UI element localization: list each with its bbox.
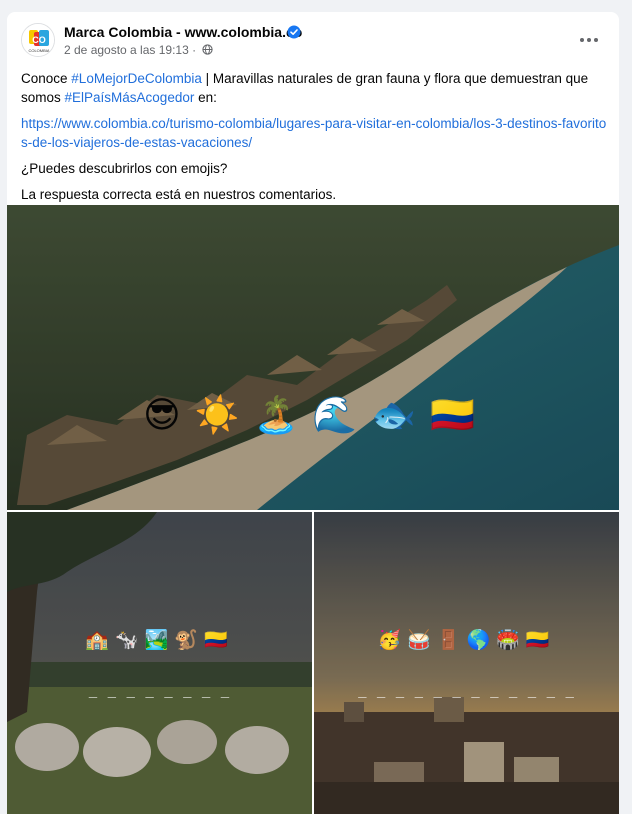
plains-scene xyxy=(7,512,312,814)
question-text: ¿Puedes descubrirlos con emojis? xyxy=(21,161,228,176)
post-body: Conoce #LoMejorDeColombia | Maravillas n… xyxy=(21,69,607,211)
post-intro-paragraph: Conoce #LoMejorDeColombia | Maravillas n… xyxy=(21,69,607,107)
more-options-icon xyxy=(580,38,598,42)
verified-badge-icon xyxy=(287,25,301,39)
beach-photo[interactable]: 😎☀️🏝️🌊🐟🇨🇴 xyxy=(7,205,619,510)
beach-scene xyxy=(7,205,619,510)
text-segment: en: xyxy=(194,90,217,105)
post-timestamp[interactable]: 2 de agosto a las 19:13 xyxy=(64,43,189,57)
page-avatar[interactable]: CO COLOMBIA xyxy=(21,23,55,57)
city-photo[interactable]: 🥳🥁🚪🌎🏟️🇨🇴 _ _ _ _ _ _ _ _ _ _ _ _ xyxy=(314,512,619,814)
main-emoji-clue: 😎☀️🏝️🌊🐟🇨🇴 xyxy=(143,395,489,436)
plains-emoji-clue: 🏫🐄🏞️🐒🇨🇴 xyxy=(85,629,234,651)
plains-answer-blanks: _ _ _ _ _ _ _ _ xyxy=(88,682,231,698)
text-segment: Conoce xyxy=(21,71,72,86)
article-link[interactable]: https://www.colombia.co/turismo-colombia… xyxy=(21,116,606,150)
post-header: CO COLOMBIA Marca Colombia - www.colombi… xyxy=(7,12,619,68)
post-link-paragraph: https://www.colombia.co/turismo-colombia… xyxy=(21,114,607,152)
city-emoji-clue: 🥳🥁🚪🌎🏟️🇨🇴 xyxy=(377,629,556,651)
city-answer-blanks: _ _ _ _ _ _ _ _ _ _ _ _ xyxy=(358,682,575,698)
city-scene xyxy=(314,512,619,814)
post-meta: 2 de agosto a las 19:13 · xyxy=(64,43,214,57)
globe-icon[interactable] xyxy=(202,44,214,55)
answer-note-text: La respuesta correcta está en nuestros c… xyxy=(21,187,337,202)
hashtag-lo-mejor-de-colombia[interactable]: #LoMejorDeColombia xyxy=(71,71,202,86)
more-options-button[interactable] xyxy=(573,24,605,56)
post-card: CO COLOMBIA Marca Colombia - www.colombi… xyxy=(7,12,619,814)
hashtag-el-pais-mas-acogedor[interactable]: #ElPaísMásAcogedor xyxy=(65,90,195,105)
svg-text:COLOMBIA: COLOMBIA xyxy=(28,48,49,53)
marca-colombia-logo: CO COLOMBIA xyxy=(22,24,54,56)
plains-photo[interactable]: 🏫🐄🏞️🐒🇨🇴 _ _ _ _ _ _ _ _ xyxy=(7,512,312,814)
meta-separator: · xyxy=(188,43,200,57)
page-name-link[interactable]: Marca Colombia - www.colombia.co xyxy=(64,24,302,40)
svg-text:CO: CO xyxy=(32,35,46,45)
